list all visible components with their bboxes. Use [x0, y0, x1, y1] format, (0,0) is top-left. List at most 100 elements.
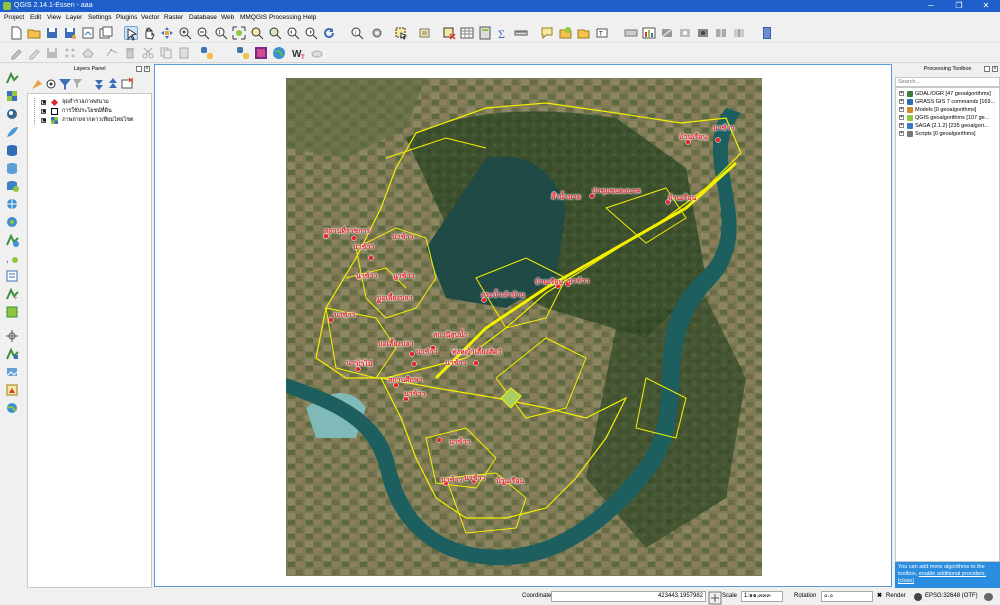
filter-by-expression-icon[interactable]	[72, 77, 83, 88]
delete-selected-icon[interactable]	[123, 46, 137, 60]
zoom-in-icon[interactable]	[178, 26, 192, 40]
copy-features-icon[interactable]	[159, 46, 173, 60]
toggle-editing-icon[interactable]	[27, 46, 41, 60]
layer-visibility-checkbox[interactable]: ✖	[41, 118, 46, 124]
expand-icon[interactable]: +	[899, 99, 904, 104]
menu-settings[interactable]: Settings	[88, 13, 112, 22]
zoom-last-icon[interactable]	[286, 26, 300, 40]
field-calculator-icon[interactable]	[478, 26, 492, 40]
float-panel-button[interactable]	[136, 66, 142, 72]
close-info-link[interactable]: [close]	[898, 578, 914, 584]
pan-icon[interactable]	[142, 26, 156, 40]
add-delimited-text-icon[interactable]: ,	[5, 251, 20, 265]
text-annotation-icon[interactable]: T	[596, 26, 610, 40]
add-vector-layer-icon[interactable]	[5, 71, 20, 85]
add-postgis-layer-icon[interactable]	[5, 107, 20, 121]
minimize-button[interactable]: ─	[917, 0, 945, 12]
add-wms-layer-icon[interactable]	[5, 197, 20, 211]
add-mssql-layer-icon[interactable]	[5, 143, 20, 157]
expand-all-icon[interactable]	[92, 77, 103, 90]
add-wms-tile-icon[interactable]	[5, 347, 20, 361]
rotation-field[interactable]: ๐.๐	[821, 591, 873, 602]
save-as-icon[interactable]	[63, 26, 77, 40]
statistical-summary-icon[interactable]: Σ	[496, 26, 510, 40]
add-oracle-georaster-icon[interactable]	[5, 401, 20, 415]
add-db2-layer-icon[interactable]	[5, 161, 20, 175]
composer-manager-icon[interactable]	[99, 26, 113, 40]
pan-select-icon[interactable]	[124, 26, 138, 41]
add-wcs-layer-icon[interactable]	[5, 215, 20, 229]
remove-layer-icon[interactable]	[120, 77, 134, 89]
globe-plugin-icon[interactable]	[272, 46, 286, 60]
raster-histogram-icon[interactable]	[642, 26, 656, 40]
expand-icon[interactable]: +	[899, 131, 904, 136]
menu-project[interactable]: Project	[4, 13, 24, 22]
new-project-icon[interactable]	[9, 26, 23, 40]
zoom-full-icon[interactable]	[232, 26, 246, 40]
deselect-all-icon[interactable]	[442, 26, 456, 40]
cut-features-icon[interactable]	[141, 46, 155, 60]
satellite-map[interactable]: นาข้าว บ้านเรือน ป่าชุมชนดงนาค ลำน้ำนาย …	[286, 78, 762, 576]
current-edits-icon[interactable]	[9, 46, 23, 60]
zoom-next-icon[interactable]	[304, 26, 318, 40]
add-arcgis-layer-icon[interactable]	[5, 365, 20, 379]
move-feature-icon[interactable]	[81, 46, 95, 60]
open-layer-styling-icon[interactable]	[30, 77, 42, 89]
open-attribute-table-icon[interactable]	[460, 26, 474, 40]
zoom-out-icon[interactable]	[196, 26, 210, 40]
add-spatialite-layer-icon[interactable]	[5, 125, 20, 139]
menu-database[interactable]: Database	[189, 13, 217, 22]
plugin-extra-icon[interactable]	[310, 46, 324, 60]
show-bookmarks-icon[interactable]	[576, 26, 590, 40]
close-button[interactable]: ✕	[972, 0, 1000, 12]
add-virtual-layer-icon[interactable]	[5, 269, 20, 283]
add-group-icon[interactable]	[44, 77, 56, 89]
map-canvas[interactable]: นาข้าว บ้านเรือน ป่าชุมชนดงนาค ลำน้ำนาย …	[154, 64, 892, 587]
menu-plugins[interactable]: Plugins	[116, 13, 137, 22]
crs-label[interactable]: EPSG:32648 (OTF)	[925, 592, 978, 601]
new-spatialite-layer-icon[interactable]	[5, 305, 20, 319]
menu-processing[interactable]: Processing	[269, 13, 301, 22]
python-console-icon[interactable]	[200, 46, 214, 60]
menu-help[interactable]: Help	[303, 13, 316, 22]
select-features-icon[interactable]	[394, 26, 408, 40]
raster-contrast-down-icon[interactable]	[732, 26, 746, 40]
expand-icon[interactable]: +	[899, 91, 904, 96]
new-print-composer-icon[interactable]	[81, 26, 95, 40]
close-panel-button[interactable]: ×	[144, 66, 150, 72]
expand-icon[interactable]: +	[899, 123, 904, 128]
raster-brighten-icon[interactable]	[678, 26, 692, 40]
close-toolbox-button[interactable]: ×	[992, 66, 998, 72]
crosshair-icon[interactable]	[5, 329, 20, 343]
node-tool-icon[interactable]	[105, 46, 119, 60]
paste-features-icon[interactable]	[177, 46, 191, 60]
help-contents-icon[interactable]	[760, 26, 774, 40]
menu-mmqgis[interactable]: MMQGIS	[240, 13, 267, 22]
raster-darken-icon[interactable]	[696, 26, 710, 40]
maximize-button[interactable]: ❐	[945, 0, 973, 12]
menu-web[interactable]: Web	[221, 13, 234, 22]
render-checkbox[interactable]: ✖	[877, 592, 882, 601]
new-shapefile-layer-icon[interactable]: +	[5, 287, 20, 301]
add-geonode-layer-icon[interactable]	[5, 383, 20, 397]
menu-view[interactable]: View	[47, 13, 61, 22]
messages-icon[interactable]	[984, 593, 993, 601]
menu-edit[interactable]: Edit	[30, 13, 41, 22]
pan-to-selection-icon[interactable]	[160, 26, 174, 40]
crs-globe-icon[interactable]	[914, 593, 922, 601]
select-by-value-icon[interactable]	[418, 26, 432, 40]
expand-icon[interactable]: +	[899, 107, 904, 112]
menu-layer[interactable]: Layer	[66, 13, 82, 22]
layer-compare-icon[interactable]	[624, 26, 638, 40]
open-project-icon[interactable]	[27, 26, 41, 40]
save-project-icon[interactable]	[45, 26, 59, 40]
menu-raster[interactable]: Raster	[164, 13, 183, 22]
map-tips-icon[interactable]	[540, 26, 554, 40]
toolbox-search-input[interactable]: Search...	[895, 77, 1000, 87]
coordinate-field[interactable]: 423443,1957982	[551, 591, 706, 602]
collapse-all-icon[interactable]	[106, 77, 117, 88]
refresh-icon[interactable]	[322, 26, 336, 40]
add-oracle-layer-icon[interactable]	[5, 179, 20, 193]
zoom-to-layer-icon[interactable]	[268, 26, 282, 40]
new-bookmark-icon[interactable]	[558, 26, 572, 40]
